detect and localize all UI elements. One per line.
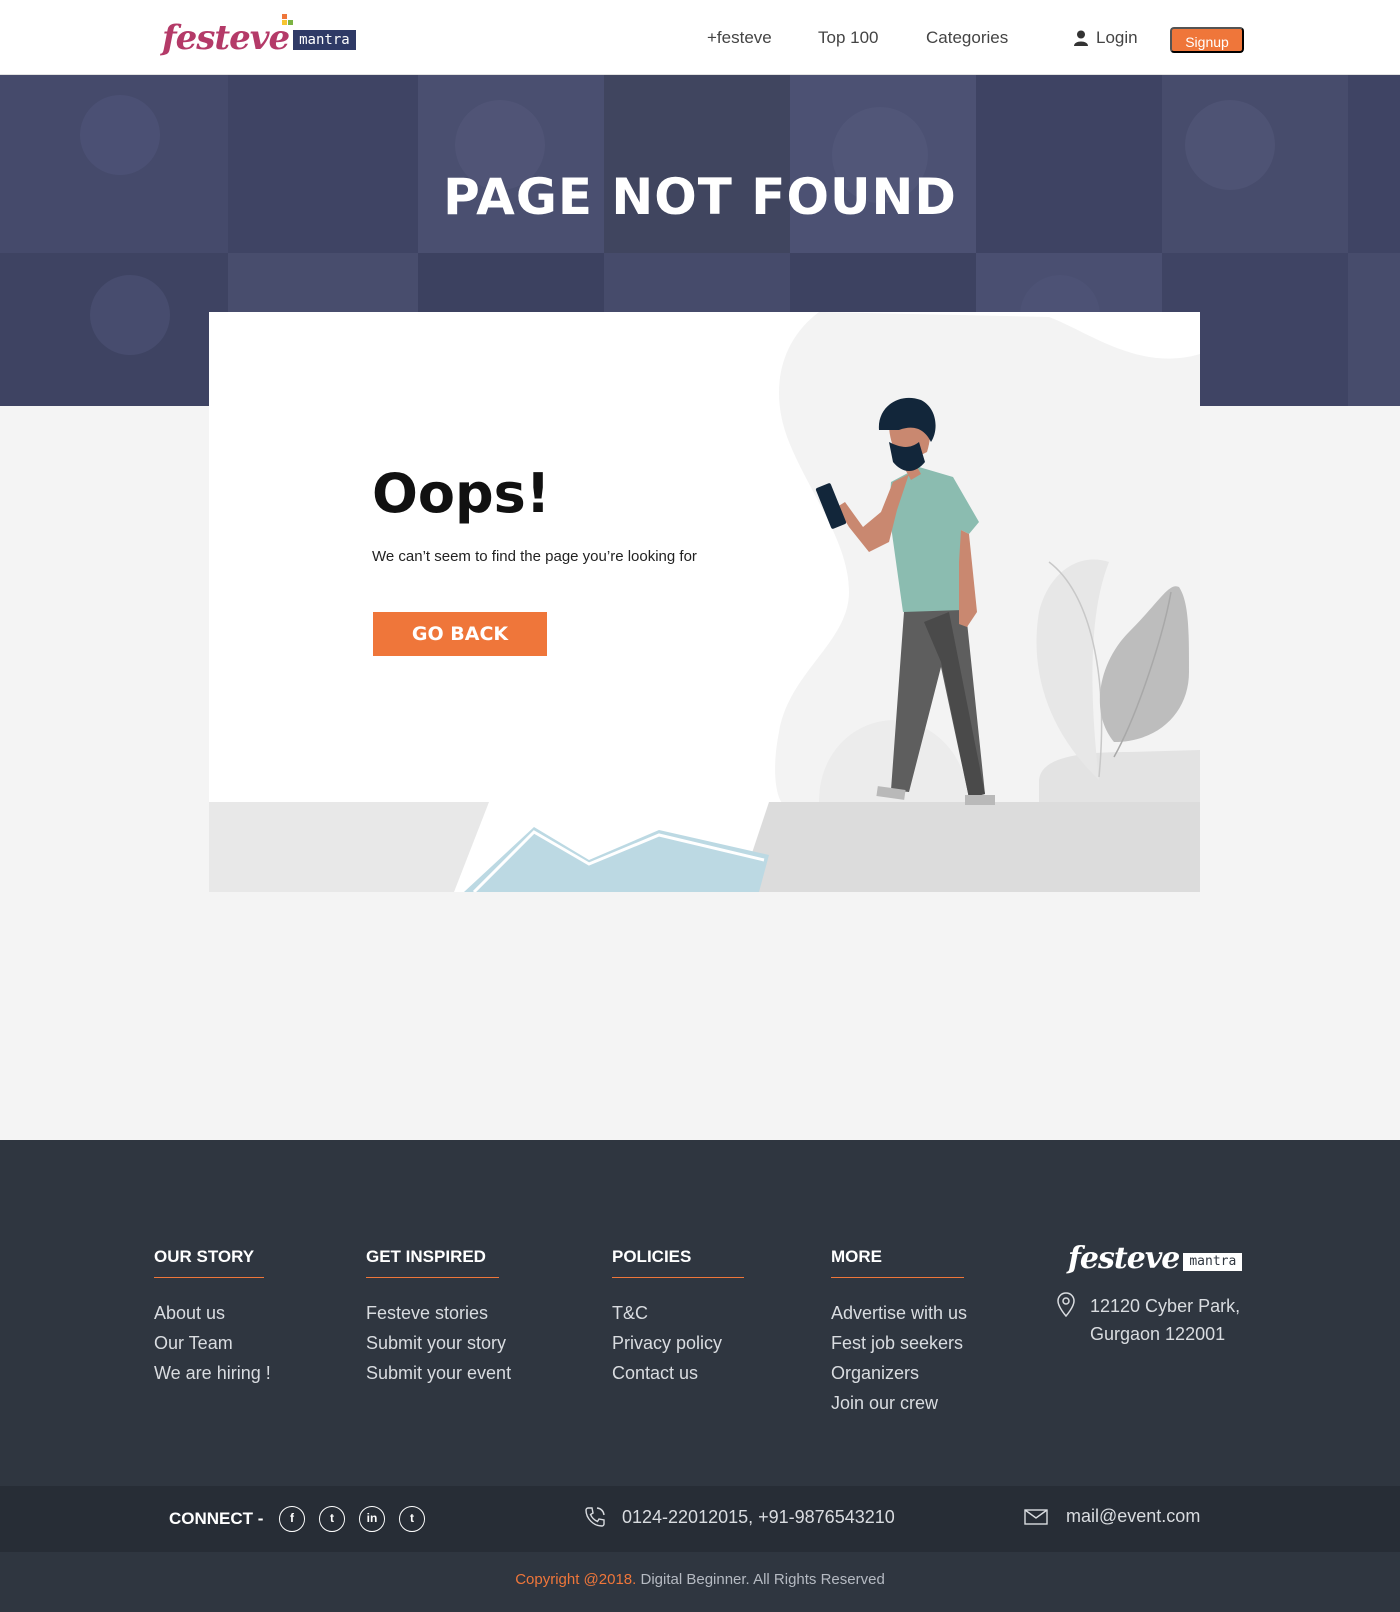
mail-icon [1024,1508,1048,1525]
footer-link-join-crew[interactable]: Join our crew [831,1388,967,1418]
facebook-icon[interactable]: f [279,1506,305,1532]
footer-heading: POLICIES [612,1247,744,1278]
footer-link-about-us[interactable]: About us [154,1298,271,1328]
footer-link-submit-story[interactable]: Submit your story [366,1328,511,1358]
footer-column-more: MORE Advertise with us Fest job seekers … [831,1247,967,1418]
footer-heading: OUR STORY [154,1247,264,1278]
copyright-text: Digital Beginner. All Rights Reserved [636,1571,885,1588]
footer-link-festeve-stories[interactable]: Festeve stories [366,1298,511,1328]
footer-link-our-team[interactable]: Our Team [154,1328,271,1358]
footer-logo[interactable]: festeve mantra [1068,1239,1243,1279]
user-icon [1074,30,1088,46]
page-title: PAGE NOT FOUND [443,168,957,226]
address-line-2: Gurgaon 122001 [1090,1324,1226,1344]
site-logo[interactable]: festeve mantra [162,14,356,58]
footer-heading: MORE [831,1247,964,1278]
connect-bar: CONNECT - f t in t 0124-22012015, +91-98… [0,1486,1400,1552]
error-heading: Oops! [372,462,551,525]
footer-link-hiring[interactable]: We are hiring ! [154,1358,271,1388]
connect-label: CONNECT - [169,1509,264,1528]
address-line-1: 12120 Cyber Park, [1090,1296,1241,1316]
footer-link-submit-event[interactable]: Submit your event [366,1358,511,1388]
login-label: Login [1096,28,1138,47]
twitter-icon[interactable]: t [399,1506,425,1532]
copyright-bar: Copyright @2018. Digital Beginner. All R… [0,1552,1400,1612]
copyright-highlight: Copyright @2018. [515,1571,637,1588]
go-back-button[interactable]: GO BACK [373,612,547,656]
footer-column-get-inspired: GET INSPIRED Festeve stories Submit your… [366,1247,511,1388]
phone-numbers[interactable]: 0124-22012015, +91-9876543210 [622,1507,895,1528]
nav-link-festeve[interactable]: +festeve [707,28,772,48]
footer-heading: GET INSPIRED [366,1247,499,1278]
linkedin-icon[interactable]: in [359,1506,385,1532]
footer-logo-wordmark: festeve [1068,1241,1180,1276]
footer-link-job-seekers[interactable]: Fest job seekers [831,1328,967,1358]
error-message: We can’t seem to find the page you’re lo… [372,548,697,565]
site-footer: OUR STORY About us Our Team We are hirin… [0,1140,1400,1486]
location-pin-icon [1057,1292,1075,1318]
logo-wordmark: festeve [162,18,290,58]
footer-link-terms[interactable]: T&C [612,1298,744,1328]
login-link[interactable]: Login [1074,28,1138,48]
footer-column-our-story: OUR STORY About us Our Team We are hirin… [154,1247,271,1388]
footer-link-privacy-policy[interactable]: Privacy policy [612,1328,744,1358]
footer-link-contact-us[interactable]: Contact us [612,1358,744,1388]
footer-link-advertise[interactable]: Advertise with us [831,1298,967,1328]
email-address[interactable]: mail@event.com [1066,1506,1200,1527]
lost-person-illustration [209,312,1200,892]
footer-link-organizers[interactable]: Organizers [831,1358,967,1388]
footer-address: 12120 Cyber Park, Gurgaon 122001 [1056,1292,1240,1348]
logo-tag: mantra [293,30,356,50]
logo-dots-icon [282,14,296,26]
phone-icon [585,1507,605,1527]
nav-link-categories[interactable]: Categories [926,28,1008,48]
signup-button[interactable]: Signup [1170,27,1244,53]
error-card: Oops! We can’t seem to find the page you… [209,312,1200,892]
twitter-icon[interactable]: t [319,1506,345,1532]
footer-email: mail@event.com [1024,1506,1200,1527]
footer-logo-tag: mantra [1183,1253,1243,1271]
nav-link-top-100[interactable]: Top 100 [818,28,879,48]
footer-phone: 0124-22012015, +91-9876543210 [584,1506,895,1528]
site-header: festeve mantra +festeve Top 100 Categori… [0,0,1400,75]
footer-column-policies: POLICIES T&C Privacy policy Contact us [612,1247,744,1388]
